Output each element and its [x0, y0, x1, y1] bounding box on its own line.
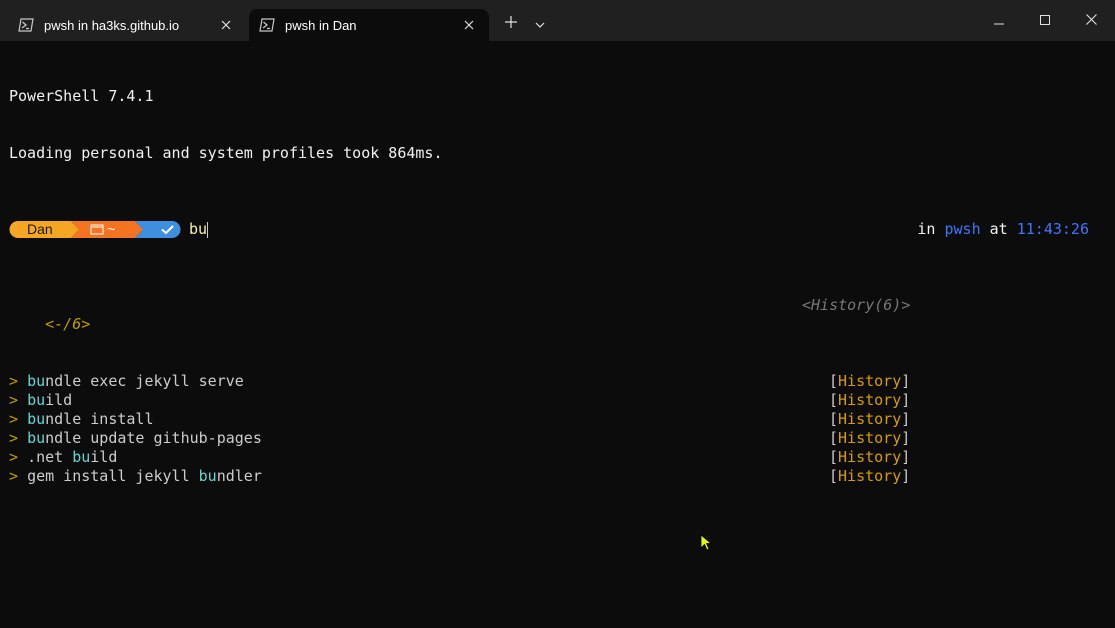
- close-icon[interactable]: [212, 11, 240, 39]
- tab-pwsh-ha3ks[interactable]: pwsh in ha3ks.github.io: [8, 9, 246, 41]
- prediction-marker: >: [9, 467, 19, 485]
- prediction-marker: >: [9, 429, 19, 447]
- prediction-match: bu: [27, 391, 46, 409]
- predictions-header: <-/6> <History(6)>: [9, 296, 1115, 333]
- prediction-text-post: ndler: [216, 467, 262, 485]
- title-bar: pwsh in ha3ks.github.io pwsh in Dan: [0, 0, 1115, 41]
- prediction-item[interactable]: > bundle update github-pages [History]: [9, 429, 1115, 448]
- new-tab-button[interactable]: [497, 9, 525, 39]
- tab-label: pwsh in Dan: [285, 17, 357, 33]
- prediction-source: History: [838, 410, 902, 428]
- typed-text: bu: [189, 220, 208, 238]
- prediction-text-post: ndle update github-pages: [45, 429, 262, 447]
- text-cursor: [207, 221, 209, 238]
- prompt-right-info: in pwsh at 11:43:26: [917, 220, 1089, 239]
- prediction-text-pre: .net: [27, 448, 73, 466]
- prediction-source: History: [838, 391, 902, 409]
- prediction-source-tag: [History]: [829, 467, 911, 485]
- close-icon[interactable]: [455, 11, 483, 39]
- prediction-match: bu: [27, 429, 46, 447]
- prediction-item[interactable]: > bundle exec jekyll serve [History]: [9, 372, 1115, 391]
- prediction-text-post: ild: [90, 448, 118, 466]
- chevron-down-icon: [535, 15, 545, 33]
- right-shell: pwsh: [944, 220, 981, 238]
- prediction-marker: >: [9, 410, 19, 428]
- prediction-text-post: ndle exec jekyll serve: [45, 372, 244, 390]
- tab-dropdown-button[interactable]: [527, 9, 553, 39]
- prediction-source: History: [838, 467, 902, 485]
- prediction-source: History: [838, 429, 902, 447]
- prediction-marker: >: [9, 448, 19, 466]
- prediction-match: bu: [27, 410, 46, 428]
- banner-version: PowerShell 7.4.1: [9, 87, 154, 105]
- banner-profile-load: Loading personal and system profiles too…: [9, 144, 443, 162]
- prediction-list: > bundle exec jekyll serve [History] > bui…: [9, 372, 1115, 486]
- minimize-icon: [994, 12, 1004, 30]
- prediction-match: bu: [27, 372, 46, 390]
- prediction-item[interactable]: > build [History]: [9, 391, 1115, 410]
- prediction-source: History: [838, 448, 902, 466]
- prediction-text-pre: gem install jekyll: [27, 467, 199, 485]
- prediction-source-tag: [History]: [829, 448, 911, 466]
- prediction-source-tag: [History]: [829, 391, 911, 409]
- prediction-match: bu: [198, 467, 217, 485]
- minimize-button[interactable]: [976, 0, 1022, 41]
- right-time: 11:43:26: [1016, 220, 1089, 238]
- prompt-path: ~: [107, 220, 116, 237]
- terminal-output[interactable]: PowerShell 7.4.1 Loading personal and sy…: [9, 49, 1115, 505]
- tab-pwsh-dan[interactable]: pwsh in Dan: [249, 9, 489, 41]
- prompt-input[interactable]: bu: [189, 220, 209, 239]
- prediction-item[interactable]: > .net build [History]: [9, 448, 1115, 467]
- list-source-indicator: <History(6)>: [802, 296, 911, 314]
- plus-icon: [505, 15, 517, 33]
- close-icon: [1085, 12, 1097, 30]
- prediction-source-tag: [History]: [829, 410, 911, 428]
- maximize-button[interactable]: [1022, 0, 1068, 41]
- list-page-indicator: <-/6>: [45, 315, 91, 333]
- prediction-source: History: [838, 372, 902, 390]
- prediction-item[interactable]: > bundle install [History]: [9, 410, 1115, 429]
- right-at: at: [989, 220, 1008, 238]
- prediction-marker: >: [9, 372, 19, 390]
- prediction-text-post: ndle install: [45, 410, 154, 428]
- prediction-marker: >: [9, 391, 19, 409]
- prediction-source-tag: [History]: [829, 429, 911, 447]
- close-window-button[interactable]: [1068, 0, 1114, 41]
- prediction-text-post: ild: [45, 391, 73, 409]
- prediction-item[interactable]: > gem install jekyll bundler [History]: [9, 467, 1115, 486]
- powershell-icon: [18, 18, 34, 32]
- tab-label: pwsh in ha3ks.github.io: [44, 17, 180, 33]
- prediction-source-tag: [History]: [829, 372, 911, 390]
- prompt-line: Dan ~ bu in pwsh at 11:43:26: [9, 220, 1115, 239]
- prompt-user: Dan: [27, 220, 53, 237]
- right-in: in: [917, 220, 936, 238]
- prediction-match: bu: [72, 448, 91, 466]
- powershell-icon: [259, 18, 275, 32]
- maximize-icon: [1040, 12, 1050, 30]
- mouse-cursor-icon: [700, 534, 713, 551]
